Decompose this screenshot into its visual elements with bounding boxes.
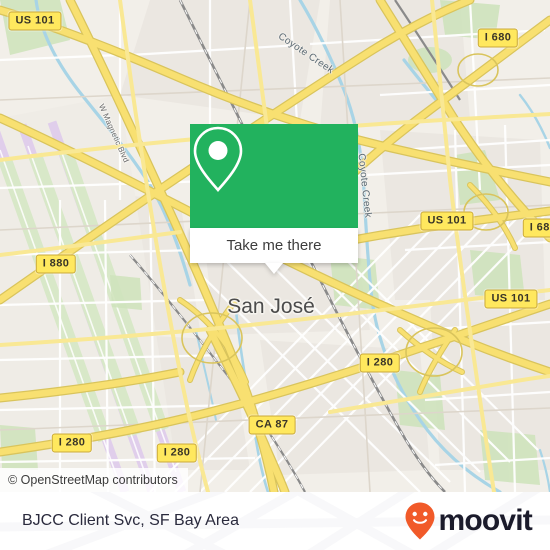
map-page: US 101 I 680 US 101 I 680 US 101 I 880 I…	[0, 0, 550, 550]
road-shield: I 680	[477, 28, 519, 48]
road-shield: I 880	[35, 254, 77, 274]
moovit-brand[interactable]: moovit	[405, 502, 533, 540]
footer-bar: BJCC Client Svc, SF Bay Area moovit	[0, 492, 550, 550]
road-shield: US 101	[484, 289, 538, 309]
road-shield: I 280	[51, 433, 93, 453]
take-me-there-label: Take me there	[226, 237, 322, 254]
popup-image-panel	[190, 124, 358, 228]
page-title: BJCC Client Svc, SF Bay Area	[22, 512, 239, 529]
road-shield: US 101	[8, 11, 62, 31]
road-shield: CA 87	[248, 415, 296, 435]
map-canvas[interactable]: US 101 I 680 US 101 I 680 US 101 I 880 I…	[0, 0, 550, 492]
road-shield: US 101	[420, 211, 474, 231]
road-shield: I 680	[522, 218, 550, 238]
road-shield: I 280	[156, 443, 198, 463]
popup-pointer-tail	[265, 263, 283, 274]
take-me-there-button[interactable]: Take me there	[190, 228, 358, 274]
location-pin-icon	[193, 126, 243, 192]
attribution-text: © OpenStreetMap contributors	[8, 473, 178, 487]
location-popup-card[interactable]: Take me there	[190, 124, 358, 274]
city-label-san-jose: San José	[227, 295, 315, 318]
moovit-smiley-pin-icon	[405, 502, 435, 540]
road-shield: I 280	[359, 353, 401, 373]
moovit-wordmark: moovit	[438, 504, 532, 537]
map-attribution[interactable]: © OpenStreetMap contributors	[0, 468, 188, 492]
